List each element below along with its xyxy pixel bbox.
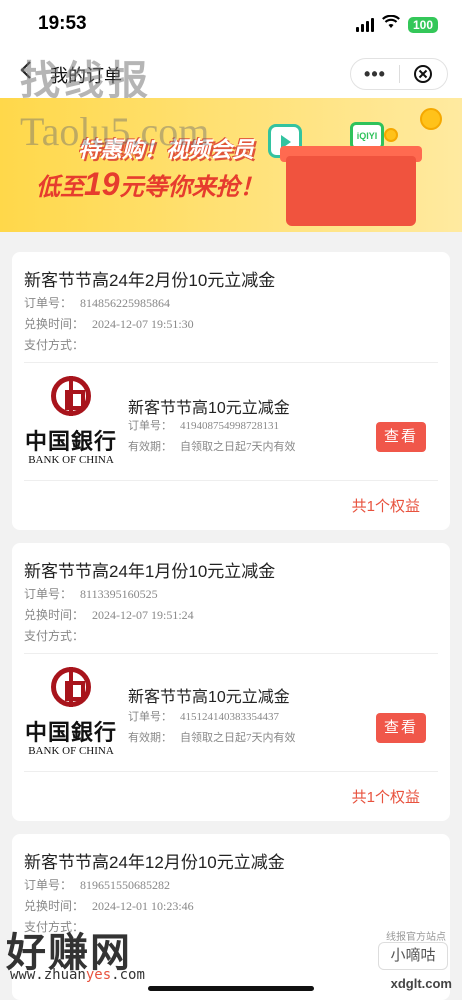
exchange-time-label: 兑换时间： (24, 317, 85, 331)
order-number-row: 订单号： 819651550685282 (24, 876, 170, 893)
status-time: 19:53 (38, 13, 87, 34)
close-icon (414, 65, 433, 83)
order-title: 新客节节高24年12月份10元立减金 (24, 853, 285, 872)
validity-row: 有效期： 自领取之日起7天内有效 (128, 729, 296, 745)
boc-emblem-icon (51, 667, 91, 707)
bank-name-en: BANK OF CHINA (28, 454, 114, 466)
coupon-number-label: 订单号： (128, 420, 172, 432)
pay-method-label: 支付方式： (24, 629, 85, 643)
banner-subline-post: 元等你来抢！ (119, 174, 264, 201)
boc-emblem-icon (51, 376, 91, 416)
order-card: 新客节节高24年2月份10元立减金 订单号： 814856225985864 兑换… (12, 252, 450, 530)
coupon-number: 419408754998728131 (180, 420, 279, 432)
coin-decoration (420, 108, 442, 130)
order-title: 新客节节高24年2月份10元立减金 (24, 271, 276, 290)
home-indicator (148, 986, 314, 991)
order-number: 819651550685282 (80, 878, 171, 892)
coin-decoration (384, 128, 398, 142)
validity: 自领取之日起7天内有效 (180, 441, 296, 453)
benefit-name: 新客节节高10元立减金 (128, 689, 290, 706)
order-number: 8113395160525 (80, 587, 158, 601)
benefit-count-link[interactable]: 共1个权益 (352, 786, 420, 807)
watermark-url: Taolu5.com (20, 109, 210, 154)
signal-icon (355, 17, 374, 32)
divider (24, 771, 438, 772)
bank-name-cn: 中国銀行 (24, 720, 117, 745)
view-button[interactable]: 查看 (376, 713, 426, 743)
coupon-number: 415124140383354437 (180, 711, 279, 723)
exchange-time-label: 兑换时间： (24, 899, 85, 913)
validity-label: 有效期： (128, 732, 172, 744)
watermark-url-part: www.zhuan (10, 967, 86, 983)
watermark-corner-small: 线报官方站点 (386, 932, 446, 943)
watermark-url-part: yes (85, 967, 112, 983)
pay-method-row: 支付方式： (24, 336, 84, 353)
order-number-label: 订单号： (24, 878, 73, 892)
gift-box-illustration (286, 156, 416, 226)
view-button[interactable]: 查看 (376, 422, 426, 452)
watermark-corner-box: 小嘀咕 (378, 942, 448, 970)
exchange-time: 2024-12-07 19:51:24 (92, 608, 194, 622)
bank-of-china-logo: 中国銀行 BANK OF CHINA (24, 376, 118, 472)
pay-method-row: 支付方式： (24, 627, 84, 644)
mini-program-capsule: ••• (350, 58, 448, 90)
validity: 自领取之日起7天内有效 (180, 732, 296, 744)
exchange-time: 2024-12-07 19:51:30 (92, 317, 194, 331)
order-number: 814856225985864 (80, 296, 171, 310)
pay-method-label: 支付方式： (24, 338, 85, 352)
divider (24, 362, 438, 363)
bank-name-cn: 中国銀行 (24, 429, 117, 454)
watermark-corner-url: xdglt.com (390, 976, 452, 991)
wifi-icon (382, 14, 400, 34)
bank-of-china-logo: 中国銀行 BANK OF CHINA (24, 667, 118, 763)
benefit-name: 新客节节高10元立减金 (128, 400, 290, 417)
more-button[interactable]: ••• (351, 64, 399, 85)
coupon-number-row: 订单号： 419408754998728131 (128, 417, 279, 433)
order-number-row: 订单号： 814856225985864 (24, 294, 170, 311)
status-icons: 100 (355, 14, 438, 34)
order-title: 新客节节高24年1月份10元立减金 (24, 562, 276, 581)
order-number-label: 订单号： (24, 587, 73, 601)
battery-icon: 100 (407, 16, 438, 33)
watermark-url-part: .com (111, 967, 145, 983)
banner-price: 19 (84, 166, 120, 202)
benefit-count-link[interactable]: 共1个权益 (352, 495, 420, 516)
coupon-number-label: 订单号： (128, 711, 172, 723)
status-bar: 19:53 100 (0, 0, 462, 48)
order-number-row: 订单号： 8113395160525 (24, 585, 158, 602)
divider (24, 480, 438, 481)
bank-name-en: BANK OF CHINA (28, 745, 114, 757)
banner-subline: 低至19元等你来抢！ (36, 166, 264, 203)
coupon-number-row: 订单号： 415124140383354437 (128, 708, 279, 724)
close-button[interactable] (400, 64, 447, 84)
exchange-time-row: 兑换时间： 2024-12-07 19:51:30 (24, 315, 194, 332)
exchange-time-row: 兑换时间： 2024-12-07 19:51:24 (24, 606, 194, 623)
validity-row: 有效期： 自领取之日起7天内有效 (128, 438, 296, 454)
exchange-time: 2024-12-01 10:23:46 (92, 899, 194, 913)
order-card: 新客节节高24年1月份10元立减金 订单号： 8113395160525 兑换时间… (12, 543, 450, 821)
order-number-label: 订单号： (24, 296, 73, 310)
exchange-time-row: 兑换时间： 2024-12-01 10:23:46 (24, 897, 194, 914)
divider (24, 653, 438, 654)
banner-subline-pre: 低至 (36, 174, 84, 201)
validity-label: 有效期： (128, 441, 172, 453)
watermark-bottom-url: www.zhuanyes.com (10, 967, 145, 983)
exchange-time-label: 兑换时间： (24, 608, 85, 622)
